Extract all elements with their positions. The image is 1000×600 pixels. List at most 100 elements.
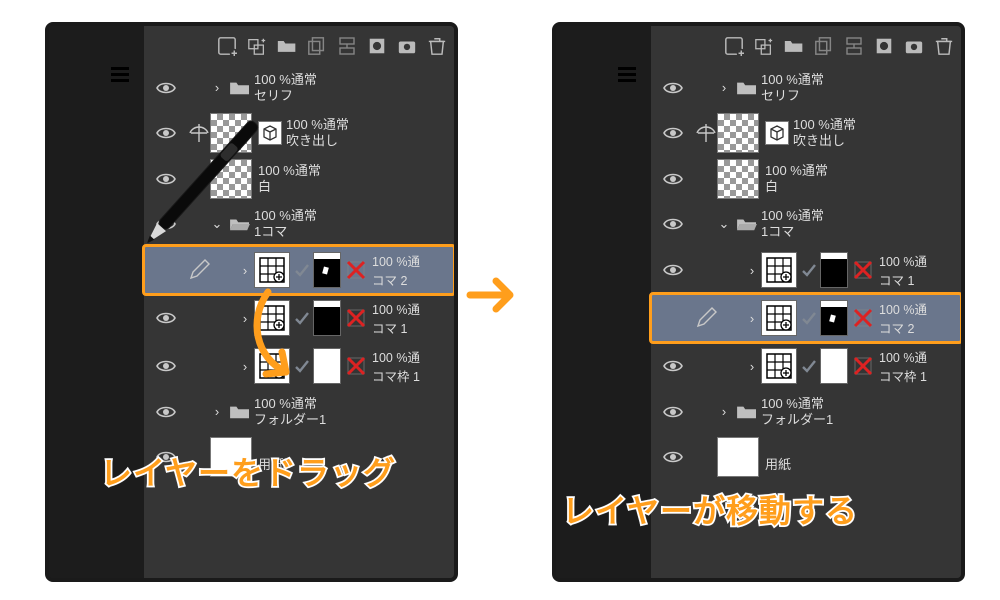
chevron-right-icon[interactable]: › xyxy=(210,80,224,96)
mask-thumb xyxy=(313,348,341,384)
panel-menu-button[interactable] xyxy=(616,66,638,84)
new-layer-button[interactable] xyxy=(214,33,240,59)
layer-row-koma-group[interactable]: ⌄ 100 %通常1コマ xyxy=(144,202,454,246)
layer-row-koma2[interactable]: › 100 %通コマ 2 xyxy=(144,246,454,294)
mask-thumb xyxy=(820,300,848,336)
visibility-toggle[interactable] xyxy=(651,217,695,231)
visibility-toggle[interactable] xyxy=(651,450,695,464)
layer-toolbar xyxy=(144,26,454,66)
visibility-toggle[interactable] xyxy=(144,81,188,95)
layer-blend: 100 %通 xyxy=(372,299,420,318)
layer-row-koma1[interactable]: › 100 %通コマ 1 xyxy=(651,246,961,294)
mask-button[interactable] xyxy=(364,33,390,59)
chevron-right-icon[interactable]: › xyxy=(745,263,759,278)
disabled-icon xyxy=(851,354,875,378)
layer-name: 1コマ xyxy=(761,224,824,240)
check-icon xyxy=(293,358,311,374)
layer-thumb xyxy=(717,159,759,199)
layer-name: フォルダー1 xyxy=(761,412,833,428)
visibility-toggle[interactable] xyxy=(144,359,188,373)
chevron-down-icon[interactable]: ⌄ xyxy=(210,216,224,232)
delete-button[interactable] xyxy=(931,33,957,59)
layer-toolbar xyxy=(651,26,961,66)
chevron-right-icon[interactable]: › xyxy=(717,404,731,420)
ruler-icon[interactable] xyxy=(188,124,210,142)
visibility-toggle[interactable] xyxy=(144,311,188,325)
mask-button[interactable] xyxy=(871,33,897,59)
layer-row-serif[interactable]: › 100 %通常セリフ xyxy=(651,66,961,110)
panel-menu-button[interactable] xyxy=(109,66,131,84)
new-group-button[interactable] xyxy=(244,33,270,59)
disabled-icon xyxy=(344,258,368,282)
layer-name: 1コマ xyxy=(254,224,317,240)
visibility-toggle[interactable] xyxy=(651,405,695,419)
new-layer-button[interactable] xyxy=(721,33,747,59)
folder-open-icon xyxy=(733,214,761,234)
layer-row-serif[interactable]: › 100 %通常セリフ xyxy=(144,66,454,110)
new-folder-button[interactable] xyxy=(781,33,807,59)
visibility-toggle[interactable] xyxy=(651,263,695,277)
new-group-button[interactable] xyxy=(751,33,777,59)
merge-button[interactable] xyxy=(841,33,867,59)
layer-row-balloon[interactable]: 100 %通常吹き出し xyxy=(144,110,454,156)
object-layer-icon xyxy=(765,121,789,145)
layer-row-white[interactable]: 100 %通常白 xyxy=(144,156,454,202)
ruler-icon[interactable] xyxy=(695,124,717,142)
layer-name: コマ枠 1 xyxy=(372,366,420,385)
visibility-toggle[interactable] xyxy=(651,172,695,186)
chevron-right-icon[interactable]: › xyxy=(717,80,731,96)
layer-row-folder1[interactable]: › 100 %通常フォルダー1 xyxy=(651,390,961,434)
edit-indicator-icon xyxy=(188,259,210,281)
visibility-toggle[interactable] xyxy=(144,126,188,140)
chevron-right-icon[interactable]: › xyxy=(745,311,759,326)
layer-blend: 100 %通 xyxy=(372,347,420,366)
layer-row-white[interactable]: 100 %通常白 xyxy=(651,156,961,202)
layer-name: コマ 2 xyxy=(372,270,420,289)
chevron-down-icon[interactable]: ⌄ xyxy=(717,216,731,232)
layer-panel-before: › 100 %通常セリフ 100 %通常吹き出し xyxy=(45,22,458,582)
layer-row-komawaku1[interactable]: › 100 %通コマ枠 1 xyxy=(144,342,454,390)
chevron-right-icon[interactable]: › xyxy=(238,311,252,326)
chevron-right-icon[interactable]: › xyxy=(238,263,252,278)
layer-name: 用紙 xyxy=(765,457,791,473)
visibility-toggle[interactable] xyxy=(144,405,188,419)
visibility-toggle[interactable] xyxy=(651,126,695,140)
layer-row-komawaku1[interactable]: › 100 %通コマ枠 1 xyxy=(651,342,961,390)
visibility-toggle[interactable] xyxy=(144,172,188,186)
check-icon xyxy=(800,310,818,326)
layer-row-koma2[interactable]: › 100 %通コマ 2 xyxy=(651,294,961,342)
camera-button[interactable] xyxy=(901,33,927,59)
layer-row-paper[interactable]: .用紙 xyxy=(651,434,961,480)
layer-name: コマ 1 xyxy=(372,318,420,337)
duplicate-button[interactable] xyxy=(811,33,837,59)
delete-button[interactable] xyxy=(424,33,450,59)
layer-row-koma-group[interactable]: ⌄ 100 %通常1コマ xyxy=(651,202,961,246)
frame-layer-icon xyxy=(254,348,290,384)
layer-name: 白 xyxy=(258,179,321,195)
layer-row-folder1[interactable]: › 100 %通常フォルダー1 xyxy=(144,390,454,434)
layer-row-koma1[interactable]: › 100 %通コマ 1 xyxy=(144,294,454,342)
chevron-right-icon[interactable]: › xyxy=(745,359,759,374)
frame-layer-icon xyxy=(254,300,290,336)
folder-icon xyxy=(733,402,761,422)
folder-icon xyxy=(226,402,254,422)
visibility-toggle[interactable] xyxy=(144,217,188,231)
chevron-right-icon[interactable]: › xyxy=(210,404,224,420)
folder-icon xyxy=(733,78,761,98)
layer-name: コマ 2 xyxy=(879,318,927,337)
check-icon xyxy=(293,262,311,278)
layer-name: 吹き出し xyxy=(793,133,856,149)
mask-thumb xyxy=(313,252,341,288)
layer-blend: 100 %通 xyxy=(372,251,420,270)
visibility-toggle[interactable] xyxy=(651,359,695,373)
duplicate-button[interactable] xyxy=(304,33,330,59)
layer-blend: 100 %通 xyxy=(879,251,927,270)
visibility-toggle[interactable] xyxy=(651,81,695,95)
layer-row-balloon[interactable]: 100 %通常吹き出し xyxy=(651,110,961,156)
layer-blend: 100 %通常 xyxy=(761,396,833,412)
chevron-right-icon[interactable]: › xyxy=(238,359,252,374)
layer-blend: 100 %通常 xyxy=(254,208,317,224)
merge-button[interactable] xyxy=(334,33,360,59)
camera-button[interactable] xyxy=(394,33,420,59)
new-folder-button[interactable] xyxy=(274,33,300,59)
